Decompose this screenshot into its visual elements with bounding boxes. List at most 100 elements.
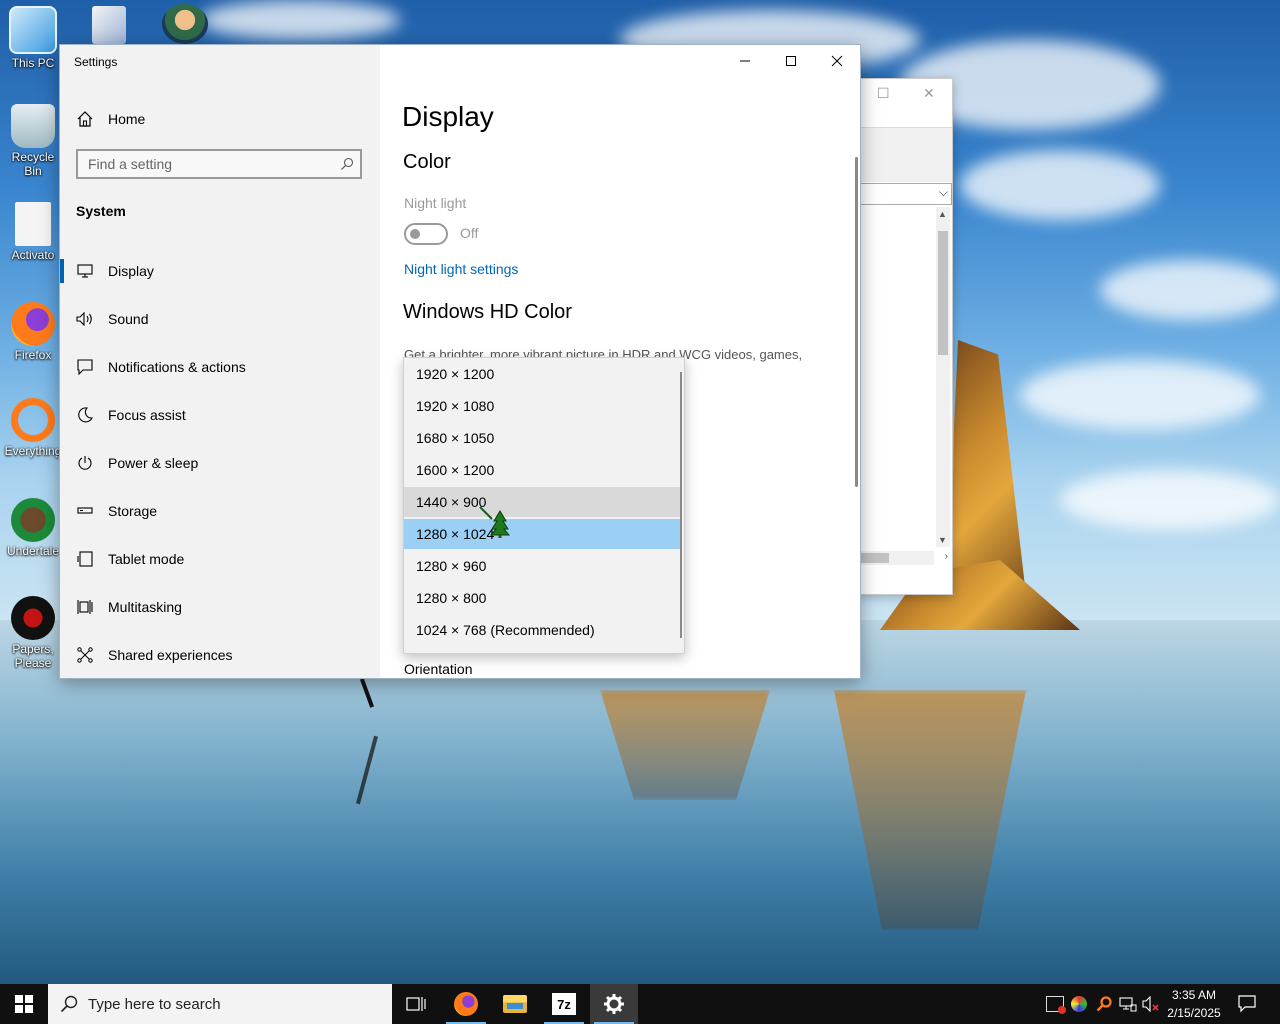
toggle-knob: [410, 229, 420, 239]
orientation-label: Orientation: [404, 661, 473, 677]
scrollbar-thumb[interactable]: [938, 231, 948, 355]
home-label: Home: [108, 111, 146, 127]
hd-color-heading: Windows HD Color: [403, 301, 572, 323]
search-icon[interactable]: [340, 157, 354, 171]
folder-icon: [503, 995, 527, 1013]
desktop-icon-label: Recycle Bin: [11, 150, 55, 178]
background-window-titlebar[interactable]: ☐ ✕: [857, 79, 952, 127]
tray-app-icon[interactable]: [1071, 984, 1087, 1024]
resolution-dropdown-list[interactable]: 1920 × 1200 1920 × 1080 1680 × 1050 1600…: [403, 357, 685, 654]
task-view-button[interactable]: [392, 984, 440, 1024]
night-light-state: Off: [460, 225, 479, 241]
search-settings-box[interactable]: [76, 149, 362, 179]
start-button[interactable]: [0, 984, 48, 1024]
sidebar-item-multitasking[interactable]: Multitasking: [60, 583, 380, 631]
night-light-toggle[interactable]: [404, 223, 448, 245]
sidebar-item-tablet-mode[interactable]: Tablet mode: [60, 535, 380, 583]
content-scrollbar[interactable]: [855, 157, 858, 487]
taskbar-7zip[interactable]: 7z: [540, 984, 588, 1024]
sidebar-item-label: Shared experiences: [108, 647, 233, 663]
resolution-option[interactable]: 1024 × 768 (Recommended): [404, 615, 680, 645]
resolution-option[interactable]: 1920 × 1080: [404, 391, 680, 421]
close-icon[interactable]: ✕: [923, 85, 935, 102]
dropdown-scrollbar[interactable]: [680, 372, 682, 638]
taskbar-clock[interactable]: 3:35 AM 2/15/2025: [1160, 986, 1228, 1022]
background-window[interactable]: ☐ ✕ ⌵ ▲ ▼ ›: [856, 78, 953, 595]
sidebar-item-storage[interactable]: Storage: [60, 487, 380, 535]
horizontal-scrollbar[interactable]: ›: [859, 551, 948, 565]
resolution-option[interactable]: 1920 × 1200: [404, 359, 680, 389]
taskbar-firefox[interactable]: [442, 984, 490, 1024]
resolution-option[interactable]: 1280 × 960: [404, 551, 680, 581]
storage-icon: [76, 502, 94, 520]
scrollbar-thumb[interactable]: [859, 553, 889, 563]
taskbar-file-explorer[interactable]: [491, 984, 539, 1024]
tray-everything-icon[interactable]: [1096, 984, 1112, 1024]
desktop-icon-this-pc[interactable]: This PC: [4, 6, 62, 70]
desktop-icon-undertale[interactable]: Undertale: [4, 498, 62, 558]
night-light-settings-link[interactable]: Night light settings: [404, 261, 518, 277]
desktop-icon-label: Activato: [11, 248, 55, 262]
desktop-icon-label: Undertale: [6, 544, 60, 558]
sidebar-item-label: Focus assist: [108, 407, 186, 423]
sidebar-item-sound[interactable]: Sound: [60, 295, 380, 343]
desktop-icon-activato[interactable]: Activato: [4, 202, 62, 262]
search-input[interactable]: [78, 151, 328, 177]
resolution-option-hovered[interactable]: 1440 × 900: [404, 487, 680, 517]
recycle-bin-icon: [11, 104, 55, 148]
close-button[interactable]: [814, 45, 860, 77]
home-nav-item[interactable]: Home: [76, 109, 145, 129]
tray-network-icon[interactable]: [1119, 984, 1137, 1024]
sidebar-item-label: Tablet mode: [108, 551, 185, 567]
everything-search-icon: [1096, 996, 1112, 1012]
sidebar-item-power-sleep[interactable]: Power & sleep: [60, 439, 380, 487]
power-icon: [76, 454, 94, 472]
desktop-icon-recycle-bin[interactable]: Recycle Bin: [4, 104, 62, 178]
vertical-scrollbar[interactable]: ▲ ▼: [936, 207, 950, 547]
combo-box[interactable]: ⌵: [859, 183, 952, 205]
undertale-icon: [11, 498, 55, 542]
desktop-app-icon[interactable]: [92, 6, 126, 44]
sidebar-item-shared-experiences[interactable]: Shared experiences: [60, 631, 380, 679]
taskbar-search-box[interactable]: Type here to search: [48, 984, 392, 1024]
desktop-icon-everything[interactable]: Everything: [4, 398, 62, 458]
notification-icon: [76, 358, 94, 376]
resolution-option-selected[interactable]: 1280 × 1024: [404, 519, 680, 549]
sidebar-item-notifications[interactable]: Notifications & actions: [60, 343, 380, 391]
scroll-down-icon[interactable]: ▼: [938, 535, 947, 545]
resolution-option[interactable]: 1280 × 800: [404, 583, 680, 613]
desktop-icon-label: This PC: [11, 56, 55, 70]
network-icon: [1119, 997, 1137, 1012]
desktop-icon-label: Papers, Please: [12, 642, 54, 670]
maximize-button[interactable]: [768, 45, 814, 77]
action-center-button[interactable]: [1238, 984, 1256, 1024]
sidebar-item-label: Storage: [108, 503, 158, 519]
search-icon: [60, 995, 78, 1013]
minimize-button[interactable]: [722, 45, 768, 77]
maximize-icon[interactable]: ☐: [877, 85, 890, 102]
home-icon: [77, 111, 93, 127]
desktop-icon-firefox[interactable]: Firefox: [4, 302, 62, 362]
task-view-icon: [406, 997, 426, 1011]
tray-volume-icon[interactable]: [1142, 984, 1160, 1024]
toolbar-area: [857, 127, 952, 182]
taskbar-settings[interactable]: [590, 984, 638, 1024]
scroll-right-icon[interactable]: ›: [945, 551, 948, 562]
sidebar-item-display[interactable]: Display: [60, 247, 380, 295]
desktop-icon-papers-please[interactable]: Papers, Please: [4, 596, 62, 670]
tablet-icon: [76, 550, 94, 568]
color-heading: Color: [403, 151, 451, 173]
close-icon: [831, 55, 843, 67]
resolution-option[interactable]: 1600 × 1200: [404, 455, 680, 485]
multitasking-icon: [76, 598, 94, 616]
settings-sidebar: Settings Home System Display Sound Notif…: [60, 45, 380, 678]
game-character-icon[interactable]: [162, 4, 208, 44]
sidebar-item-label: Power & sleep: [108, 455, 199, 471]
maximize-icon: [786, 56, 796, 66]
chevron-down-icon: ⌵: [938, 185, 948, 199]
scroll-up-icon[interactable]: ▲: [938, 209, 947, 219]
gear-icon: [604, 994, 624, 1014]
tray-security-icon[interactable]: [1046, 984, 1066, 1024]
resolution-option[interactable]: 1680 × 1050: [404, 423, 680, 453]
sidebar-item-focus-assist[interactable]: Focus assist: [60, 391, 380, 439]
